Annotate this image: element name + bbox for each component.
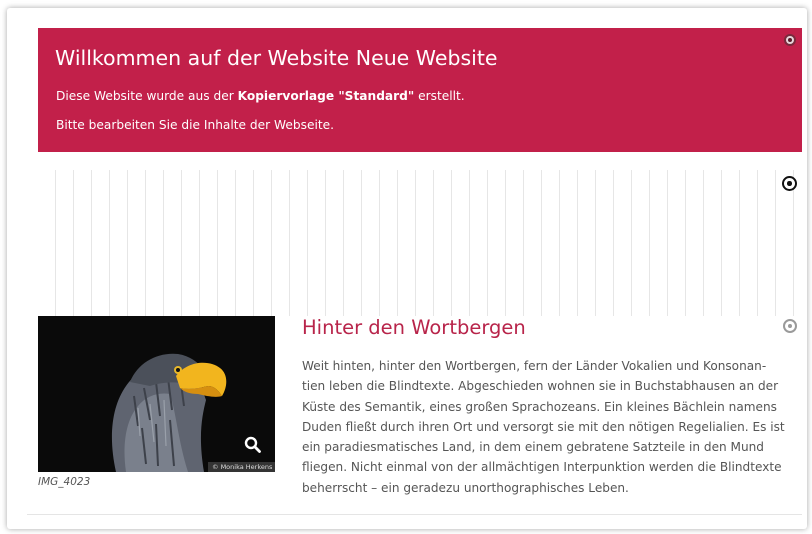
banner-text-suffix: erstellt. — [414, 89, 465, 103]
article-line: tien leben die Blindtexte. Abgeschieden … — [302, 379, 779, 394]
article-line: ein paradiesmatisches Land, in dem einem… — [302, 440, 764, 455]
spacer-section[interactable] — [38, 170, 802, 316]
article-line: Weit hinten, hinter den Wortbergen, fern… — [302, 359, 767, 373]
article-line: Küste des Semantik, eines großen Spracho… — [302, 399, 777, 414]
banner-text-line-2: Bitte bearbeiten Sie die Inhalte der Web… — [56, 118, 334, 132]
banner-text-prefix: Diese Website wurde aus der — [56, 89, 238, 103]
article-title: Hinter den Wortbergen — [302, 316, 526, 339]
banner-text-line-1: Diese Website wurde aus der Kopiervorlag… — [56, 89, 465, 103]
article-line: Duden fließt durch ihren Ort und versorg… — [302, 419, 785, 434]
article-line: fliegen. Nicht einmal von der allmächtig… — [302, 460, 782, 475]
image-caption: IMG_4023 — [38, 476, 91, 488]
eagle-image — [38, 316, 275, 472]
spacer-edit-handle-icon[interactable] — [782, 176, 797, 191]
section-divider — [27, 514, 802, 515]
photo-credit: © Monika Herkens — [208, 462, 275, 472]
article-edit-handle-icon[interactable] — [783, 319, 797, 333]
banner-title: Willkommen auf der Website Neue Website — [55, 46, 498, 70]
eagle-photo[interactable]: © Monika Herkens — [38, 316, 275, 472]
banner-edit-handle-icon[interactable] — [784, 34, 796, 46]
article-line: beherrscht – ein geradezu unorthographis… — [302, 480, 629, 495]
article-body: Weit hinten, hinter den Wortbergen, fern… — [302, 356, 786, 498]
magnifier-icon[interactable] — [244, 436, 262, 454]
welcome-banner[interactable]: Willkommen auf der Website Neue Website … — [38, 28, 802, 152]
banner-template-name: Kopiervorlage "Standard" — [237, 89, 415, 103]
